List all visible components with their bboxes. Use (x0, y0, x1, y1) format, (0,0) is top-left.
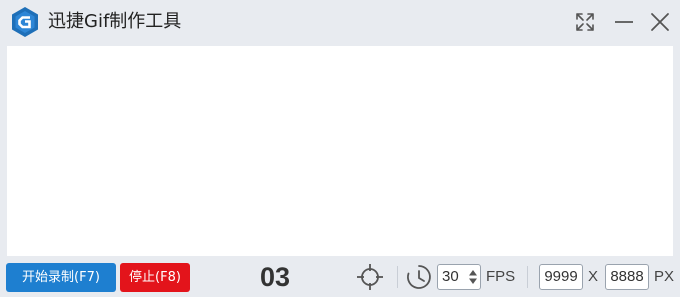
countdown-display: 03 (259, 262, 291, 292)
stop-button[interactable]: 停止(F8) (120, 263, 190, 292)
fps-stepper[interactable]: 30 (437, 264, 481, 290)
crosshair-icon[interactable] (356, 263, 384, 291)
close-button[interactable] (648, 10, 672, 34)
divider (527, 266, 528, 288)
size-unit-label: PX (654, 268, 675, 285)
start-recording-button[interactable]: 开始录制(F7) (6, 263, 116, 292)
recording-area[interactable] (7, 46, 673, 256)
window-title: 迅捷Gif制作工具 (48, 11, 182, 32)
clock-icon (407, 265, 431, 289)
fps-unit-label: FPS (486, 268, 516, 285)
expand-arrows-icon (576, 13, 594, 31)
app-logo-icon (12, 7, 38, 37)
width-input[interactable]: 9999 (539, 264, 583, 290)
minimize-button[interactable] (612, 10, 636, 34)
spinner-arrows-icon[interactable] (468, 269, 478, 285)
divider (397, 266, 398, 288)
fullscreen-button[interactable] (573, 10, 597, 34)
size-separator: X (588, 268, 599, 285)
bottom-toolbar: 开始录制(F7) 停止(F8) 03 30 FPS 9999 X 8888 PX (0, 256, 680, 297)
close-icon (651, 13, 669, 31)
height-input[interactable]: 8888 (605, 264, 649, 290)
minimize-icon (615, 21, 633, 23)
fps-value[interactable]: 30 (442, 265, 459, 289)
title-bar: 迅捷Gif制作工具 (0, 0, 680, 44)
